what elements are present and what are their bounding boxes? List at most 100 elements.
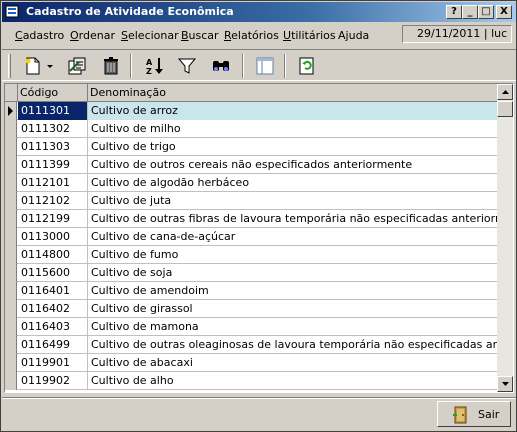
dropdown-arrow-icon[interactable] [44,55,56,77]
menu-bar: Cadastro Ordenar Selecionar Buscar Relat… [2,23,516,47]
cell-codigo[interactable]: 0112102 [18,192,88,210]
scroll-thumb[interactable] [497,101,513,117]
minimize-button[interactable]: _ [462,5,478,19]
row-indicator[interactable] [5,138,17,156]
table-row[interactable]: 0114800 Cultivo de fumo [5,246,497,264]
help-button[interactable]: ? [446,5,462,19]
menu-ordenar[interactable]: Ordenar [70,29,115,42]
cell-denominacao[interactable]: Cultivo de outras fibras de lavoura temp… [88,210,497,228]
row-indicator[interactable] [5,300,17,318]
menu-cadastro[interactable]: Cadastro [15,29,64,42]
grid-viewport: Código Denominação 0111301 Cultivo de arr… [5,84,497,392]
cell-denominacao[interactable]: Cultivo de juta [88,192,497,210]
toolbar-grip[interactable] [8,54,11,78]
refresh-icon[interactable] [296,55,318,77]
edit-icon[interactable] [66,55,88,77]
cell-denominacao[interactable]: Cultivo de cana-de-açúcar [88,228,497,246]
column-header-denominacao[interactable]: Denominação [88,84,497,102]
row-indicator[interactable] [5,246,17,264]
title-bar[interactable]: Cadastro de Atividade Econômica ? _ □ X [2,2,516,22]
filter-icon[interactable] [176,55,198,77]
cell-denominacao[interactable]: Cultivo de abacaxi [88,354,497,372]
cell-codigo[interactable]: 0116499 [18,336,88,354]
delete-icon[interactable] [100,55,122,77]
table-row[interactable]: 0116402 Cultivo de girassol [5,300,497,318]
table-row[interactable]: 0115600 Cultivo de soja [5,264,497,282]
scroll-up-button[interactable] [497,84,513,100]
cell-denominacao[interactable]: Cultivo de outros cereais não especifica… [88,156,497,174]
table-row[interactable]: 0119901 Cultivo de abacaxi [5,354,497,372]
columns-icon[interactable] [254,55,276,77]
cell-codigo[interactable]: 0114800 [18,246,88,264]
table-row[interactable]: 0111303 Cultivo de trigo [5,138,497,156]
cell-codigo[interactable]: 0111301 [18,102,88,120]
close-button[interactable]: X [496,5,512,19]
table-row[interactable]: 0111302 Cultivo de milho [5,120,497,138]
cell-denominacao[interactable]: Cultivo de trigo [88,138,497,156]
cell-denominacao[interactable]: Cultivo de fumo [88,246,497,264]
table-row[interactable]: 0112199 Cultivo de outras fibras de lavou… [5,210,497,228]
table-row[interactable]: 0113000 Cultivo de cana-de-açúcar [5,228,497,246]
table-row[interactable]: 0111301 Cultivo de arroz [5,102,497,120]
scroll-down-button[interactable] [497,376,513,392]
row-indicator[interactable] [5,156,17,174]
status-date-user: 29/11/2011 | luc [402,25,512,43]
table-row[interactable]: 0116401 Cultivo de amendoim [5,282,497,300]
find-icon[interactable] [210,55,232,77]
cell-denominacao[interactable]: Cultivo de soja [88,264,497,282]
row-indicator[interactable] [5,336,17,354]
table-row[interactable]: 0112101 Cultivo de algodão herbáceo [5,174,497,192]
menu-buscar[interactable]: Buscar [181,29,219,42]
cell-denominacao[interactable]: Cultivo de alho [88,372,497,390]
row-indicator[interactable] [5,318,17,336]
cell-codigo[interactable]: 0111302 [18,120,88,138]
row-indicator[interactable] [5,210,17,228]
app-icon [5,5,19,18]
row-indicator[interactable] [5,264,17,282]
row-indicator[interactable] [5,174,17,192]
exit-button[interactable]: Sair [437,401,511,427]
row-indicator[interactable] [5,120,17,138]
cell-denominacao[interactable]: Cultivo de girassol [88,300,497,318]
new-icon[interactable] [22,55,44,77]
vertical-scrollbar[interactable] [497,84,513,392]
window-title: Cadastro de Atividade Econômica [26,5,234,18]
column-header-codigo[interactable]: Código [18,84,88,102]
sort-az-icon[interactable]: A Z [144,55,166,77]
cell-codigo[interactable]: 0113000 [18,228,88,246]
row-indicator[interactable] [5,228,17,246]
row-indicator[interactable] [5,192,17,210]
cell-denominacao[interactable]: Cultivo de algodão herbáceo [88,174,497,192]
menu-selecionar[interactable]: Selecionar [121,29,179,42]
cell-denominacao[interactable]: Cultivo de outras oleaginosas de lavoura… [88,336,497,354]
maximize-button[interactable]: □ [478,5,494,19]
cell-codigo[interactable]: 0116403 [18,318,88,336]
cell-denominacao[interactable]: Cultivo de amendoim [88,282,497,300]
cell-codigo[interactable]: 0112101 [18,174,88,192]
cell-codigo[interactable]: 0111399 [18,156,88,174]
cell-denominacao[interactable]: Cultivo de mamona [88,318,497,336]
arrow-up-icon [502,90,509,94]
menu-utilitarios[interactable]: Utilitários [283,29,336,42]
cell-codigo[interactable]: 0116401 [18,282,88,300]
cell-codigo[interactable]: 0119901 [18,354,88,372]
row-indicator[interactable] [5,354,17,372]
cell-denominacao[interactable]: Cultivo de arroz [88,102,497,120]
table-row[interactable]: 0111399 Cultivo de outros cereais não esp… [5,156,497,174]
row-indicator[interactable] [5,372,17,390]
cell-codigo[interactable]: 0111303 [18,138,88,156]
svg-text:Z: Z [146,67,152,76]
table-row[interactable]: 0116499 Cultivo de outras oleaginosas de … [5,336,497,354]
cell-codigo[interactable]: 0116402 [18,300,88,318]
cell-codigo[interactable]: 0112199 [18,210,88,228]
row-indicator[interactable] [5,282,17,300]
row-indicator[interactable] [5,102,17,120]
cell-denominacao[interactable]: Cultivo de milho [88,120,497,138]
table-row[interactable]: 0119902 Cultivo de alho [5,372,497,390]
menu-relatorios[interactable]: Relatórios [224,29,279,42]
cell-codigo[interactable]: 0115600 [18,264,88,282]
menu-ajuda[interactable]: Ajuda [338,29,369,42]
table-row[interactable]: 0112102 Cultivo de juta [5,192,497,210]
cell-codigo[interactable]: 0119902 [18,372,88,390]
table-row[interactable]: 0116403 Cultivo de mamona [5,318,497,336]
